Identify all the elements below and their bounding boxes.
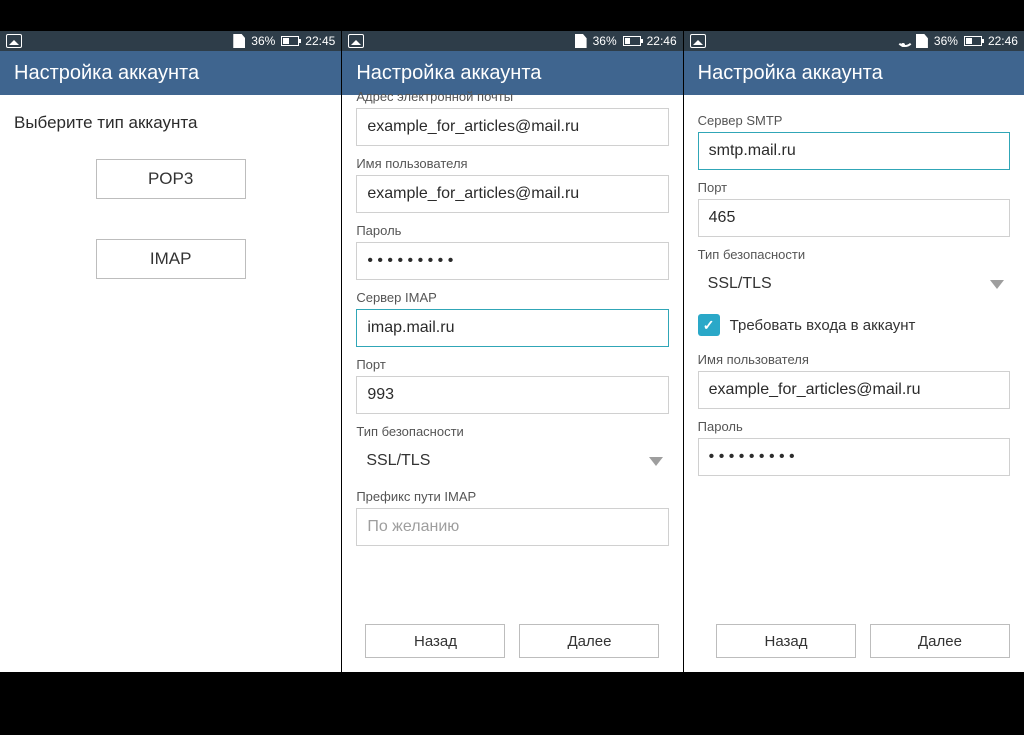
security-type-value: SSL/TLS (708, 275, 772, 293)
port-field[interactable]: 465 (698, 199, 1010, 237)
security-type-dropdown[interactable]: SSL/TLS (698, 266, 1010, 302)
battery-percent: 36% (251, 34, 275, 48)
page-title: Настройка аккаунта (356, 62, 541, 85)
imap-server-field[interactable]: imap.mail.ru (356, 309, 668, 347)
username-field[interactable]: example_for_articles@mail.ru (698, 371, 1010, 409)
wifi-icon (896, 36, 910, 47)
account-type-prompt: Выберите тип аккаунта (14, 113, 327, 133)
battery-icon (281, 36, 299, 46)
port-label: Порт (698, 180, 1010, 195)
email-label: Адрес электронной почты (356, 89, 668, 104)
password-label: Пароль (356, 223, 668, 238)
require-login-label: Требовать входа в аккаунт (730, 317, 916, 334)
status-bar: 36% 22:46 (684, 31, 1024, 51)
imap-prefix-field[interactable]: По желанию (356, 508, 668, 546)
smtp-server-label: Сервер SMTP (698, 113, 1010, 128)
email-field[interactable]: example_for_articles@mail.ru (356, 108, 668, 146)
back-button[interactable]: Назад (716, 624, 856, 658)
security-type-dropdown[interactable]: SSL/TLS (356, 443, 668, 479)
require-login-checkbox[interactable]: ✓ (698, 314, 720, 336)
next-button[interactable]: Далее (519, 624, 659, 658)
next-button[interactable]: Далее (870, 624, 1010, 658)
imap-button[interactable]: IMAP (96, 239, 246, 279)
password-label: Пароль (698, 419, 1010, 434)
security-type-label: Тип безопасности (356, 424, 668, 439)
sd-card-icon (233, 34, 245, 48)
screen-smtp-settings: 36% 22:46 Настройка аккаунта Сервер SMTP… (683, 31, 1024, 672)
clock: 22:46 (988, 34, 1018, 48)
username-field[interactable]: example_for_articles@mail.ru (356, 175, 668, 213)
sd-card-icon (916, 34, 928, 48)
battery-percent: 36% (934, 34, 958, 48)
chevron-down-icon (649, 457, 663, 466)
back-button[interactable]: Назад (365, 624, 505, 658)
battery-icon (964, 36, 982, 46)
battery-percent: 36% (593, 34, 617, 48)
notification-image-icon (6, 34, 22, 48)
imap-prefix-label: Префикс пути IMAP (356, 489, 668, 504)
status-bar: 36% 22:45 (0, 31, 341, 51)
username-label: Имя пользователя (356, 156, 668, 171)
nav-footer: Назад Далее (684, 610, 1024, 672)
page-title: Настройка аккаунта (14, 62, 199, 85)
pop3-button[interactable]: POP3 (96, 159, 246, 199)
clock: 22:46 (647, 34, 677, 48)
app-bar: Настройка аккаунта (0, 51, 341, 95)
clock: 22:45 (305, 34, 335, 48)
username-label: Имя пользователя (698, 352, 1010, 367)
smtp-server-field[interactable]: smtp.mail.ru (698, 132, 1010, 170)
screen-imap-settings: 36% 22:46 Настройка аккаунта Адрес элект… (341, 31, 682, 672)
require-login-row[interactable]: ✓ Требовать входа в аккаунт (698, 314, 1010, 336)
screen-account-type: 36% 22:45 Настройка аккаунта Выберите ти… (0, 31, 341, 672)
three-screens-row: 36% 22:45 Настройка аккаунта Выберите ти… (0, 31, 1024, 672)
page-title: Настройка аккаунта (698, 62, 883, 85)
security-type-value: SSL/TLS (366, 452, 430, 470)
password-field[interactable]: • • • • • • • • • (698, 438, 1010, 476)
sd-card-icon (575, 34, 587, 48)
notification-image-icon (690, 34, 706, 48)
chevron-down-icon (990, 280, 1004, 289)
imap-server-label: Сервер IMAP (356, 290, 668, 305)
port-label: Порт (356, 357, 668, 372)
battery-icon (623, 36, 641, 46)
notification-image-icon (348, 34, 364, 48)
status-bar: 36% 22:46 (342, 31, 682, 51)
password-field[interactable]: • • • • • • • • • (356, 242, 668, 280)
security-type-label: Тип безопасности (698, 247, 1010, 262)
app-bar: Настройка аккаунта (684, 51, 1024, 95)
port-field[interactable]: 993 (356, 376, 668, 414)
nav-footer: Назад Далее (342, 610, 682, 672)
